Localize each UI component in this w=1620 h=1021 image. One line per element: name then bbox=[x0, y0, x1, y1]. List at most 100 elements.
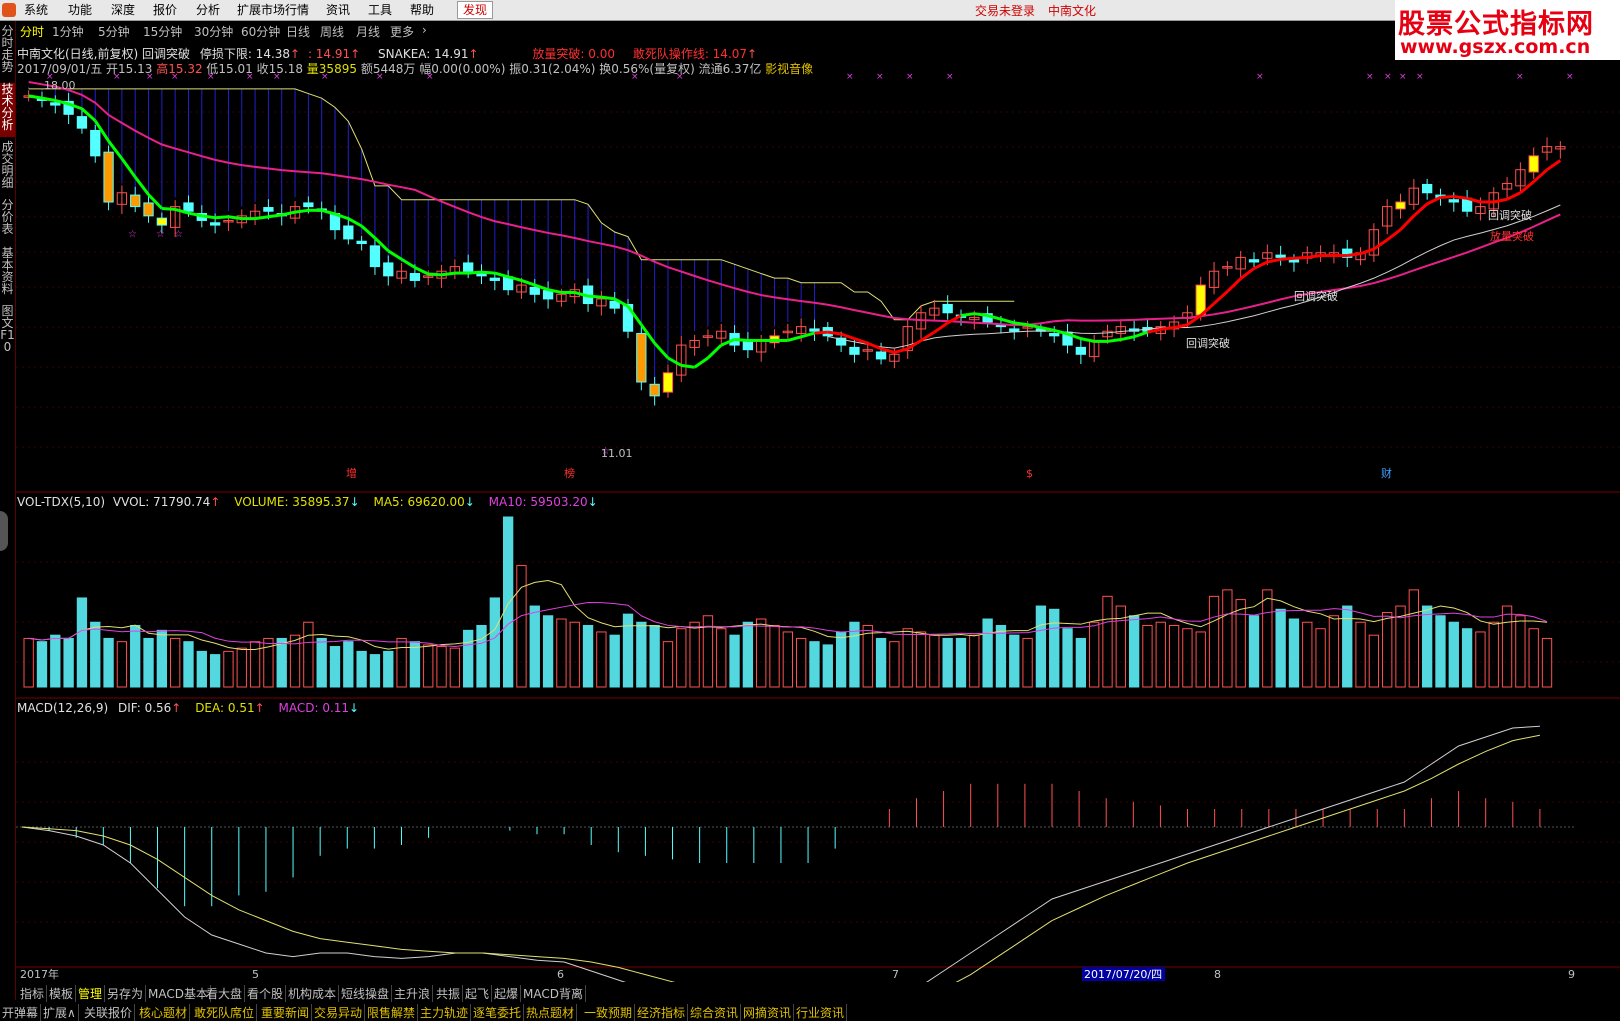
volume-bar bbox=[1009, 634, 1020, 688]
app-logo-icon[interactable] bbox=[2, 3, 16, 17]
volume-bar bbox=[1195, 631, 1206, 688]
menu-extended-market[interactable]: 扩展市场行情 bbox=[237, 2, 309, 18]
volume-bar bbox=[955, 637, 967, 688]
vtab-price-distribution[interactable]: 分价表 bbox=[0, 199, 15, 243]
tab-main-track[interactable]: 主力轨迹 bbox=[418, 1004, 472, 1021]
volume-bar bbox=[23, 637, 34, 688]
snake-line-segment bbox=[1080, 337, 1095, 343]
volume-bar bbox=[436, 646, 447, 688]
volume-bar bbox=[502, 516, 514, 688]
volume-bar bbox=[329, 646, 341, 688]
candle-body bbox=[143, 202, 154, 217]
tab-monthly[interactable]: 月线 bbox=[356, 23, 380, 40]
tab-macd-basic[interactable]: MACD基本 bbox=[146, 985, 211, 1002]
tab-manage[interactable]: 管理 bbox=[76, 985, 106, 1002]
snake-line-segment bbox=[1360, 247, 1375, 256]
tab-template[interactable]: 模板 bbox=[47, 985, 77, 1002]
volume-bar bbox=[1528, 628, 1539, 688]
candle-body bbox=[529, 286, 540, 295]
snake-line-segment bbox=[1293, 255, 1308, 260]
tab-15min[interactable]: 15分钟 bbox=[143, 23, 182, 40]
tab-dare-die-seats[interactable]: 敢死队席位 bbox=[192, 1004, 258, 1021]
low-price-label: 11.01 bbox=[601, 447, 633, 460]
candle-body bbox=[662, 372, 674, 393]
panel-toggle-handle[interactable] bbox=[0, 511, 8, 551]
x-axis-label-aug: 8 bbox=[1214, 968, 1221, 981]
tab-view-market[interactable]: 看大盘 bbox=[204, 985, 246, 1002]
volume-bar bbox=[170, 637, 181, 688]
vtab-basic-info[interactable]: 基本资料 bbox=[0, 247, 15, 301]
volume-bar bbox=[662, 641, 674, 688]
trade-login-status[interactable]: 交易未登录 bbox=[975, 2, 1035, 19]
tab-weekly[interactable]: 周线 bbox=[320, 23, 344, 40]
vtab-trade-details[interactable]: 成交明细 bbox=[0, 141, 15, 195]
menu-depth[interactable]: 深度 bbox=[111, 2, 135, 18]
event-marker-zeng[interactable]: 增 bbox=[346, 466, 357, 480]
event-marker-dollar[interactable]: $ bbox=[1026, 467, 1033, 480]
tab-institution-cost[interactable]: 机构成本 bbox=[286, 985, 340, 1002]
menu-news[interactable]: 资讯 bbox=[326, 2, 350, 18]
tab-indicator[interactable]: 指标 bbox=[18, 985, 48, 1002]
tab-macd-divergence[interactable]: MACD背离 bbox=[521, 985, 586, 1002]
tab-core-theme[interactable]: 核心题材 bbox=[137, 1004, 191, 1021]
tab-60min[interactable]: 60分钟 bbox=[241, 23, 280, 40]
volume-bar bbox=[90, 621, 101, 688]
signal-pullback-breakout-1: 回调突破 bbox=[1186, 336, 1230, 350]
volume-bar bbox=[942, 637, 953, 688]
tab-web-news[interactable]: 网摘资讯 bbox=[741, 1004, 795, 1021]
tab-30min[interactable]: 30分钟 bbox=[194, 23, 233, 40]
menu-tools[interactable]: 工具 bbox=[368, 2, 392, 18]
vtab-intraday[interactable]: 分时走势 bbox=[0, 25, 15, 79]
tab-expand[interactable]: 扩展∧ bbox=[41, 1004, 79, 1021]
tab-danmaku[interactable]: 开弹幕 bbox=[0, 1004, 42, 1021]
menu-discover[interactable]: 发现 bbox=[457, 1, 494, 19]
vtab-f10[interactable]: 图文F10 bbox=[0, 305, 15, 359]
tab-main-wave[interactable]: 主升浪 bbox=[392, 985, 434, 1002]
tab-important-news[interactable]: 重要新闻 bbox=[259, 1004, 313, 1021]
tab-hot-theme[interactable]: 热点题材 bbox=[524, 1004, 578, 1021]
menu-analysis[interactable]: 分析 bbox=[196, 2, 220, 18]
snake-line-segment bbox=[360, 224, 376, 240]
tab-save-as[interactable]: 另存为 bbox=[105, 985, 147, 1002]
tab-economic[interactable]: 经济指标 bbox=[635, 1004, 689, 1021]
tab-1min[interactable]: 1分钟 bbox=[52, 23, 84, 40]
tab-consensus[interactable]: 一致预期 bbox=[582, 1004, 636, 1021]
menu-function[interactable]: 功能 bbox=[68, 2, 92, 18]
tab-view-stock[interactable]: 看个股 bbox=[245, 985, 287, 1002]
tab-more[interactable]: 更多 bbox=[390, 23, 414, 40]
tab-industry-news[interactable]: 行业资讯 bbox=[794, 1004, 848, 1021]
tab-short-term[interactable]: 短线操盘 bbox=[339, 985, 393, 1002]
tab-intraday[interactable]: 分时 bbox=[20, 23, 44, 40]
candle-body bbox=[1288, 259, 1300, 263]
menu-help[interactable]: 帮助 bbox=[410, 2, 434, 18]
volume-bar bbox=[995, 624, 1007, 688]
candle-body bbox=[476, 273, 487, 277]
volume-bar bbox=[1475, 631, 1486, 688]
volume-bar bbox=[716, 628, 727, 688]
menu-system[interactable]: 系统 bbox=[24, 2, 48, 18]
menu-quote[interactable]: 报价 bbox=[153, 2, 177, 18]
volume-bar bbox=[36, 641, 48, 688]
snake-line-segment bbox=[1493, 197, 1508, 204]
tab-general-news[interactable]: 综合资讯 bbox=[688, 1004, 742, 1021]
stock-chart[interactable]: × × × × × × × × × × × × × × × × × × × × × × × ☆ ☆ ☆☆ 18.00 11.01… bbox=[16, 42, 1620, 982]
volume-bar bbox=[1168, 624, 1180, 688]
tab-tick-orders[interactable]: 逐笔委托 bbox=[471, 1004, 525, 1021]
chevron-right-icon[interactable]: › bbox=[422, 23, 427, 37]
tab-daily[interactable]: 日线 bbox=[286, 23, 310, 40]
tab-5min[interactable]: 5分钟 bbox=[98, 23, 130, 40]
vtab-technical-analysis[interactable]: 技术分析 bbox=[0, 83, 15, 137]
volume-bar bbox=[449, 647, 461, 688]
snake-line-segment bbox=[1000, 317, 1015, 325]
tab-resonance[interactable]: 共振 bbox=[434, 985, 464, 1002]
tab-trade-anomaly[interactable]: 交易异动 bbox=[312, 1004, 366, 1021]
event-marker-bang[interactable]: 榜 bbox=[564, 466, 575, 480]
volume-bar bbox=[1062, 628, 1073, 688]
signal-x-marker: × bbox=[376, 72, 384, 82]
tab-explode[interactable]: 起爆 bbox=[492, 985, 522, 1002]
tab-unlock[interactable]: 限售解禁 bbox=[365, 1004, 419, 1021]
event-marker-cai[interactable]: 财 bbox=[1381, 466, 1392, 480]
tab-related-quote[interactable]: 关联报价 bbox=[82, 1004, 136, 1021]
snake-line-segment bbox=[1546, 159, 1562, 171]
tab-takeoff[interactable]: 起飞 bbox=[463, 985, 493, 1002]
